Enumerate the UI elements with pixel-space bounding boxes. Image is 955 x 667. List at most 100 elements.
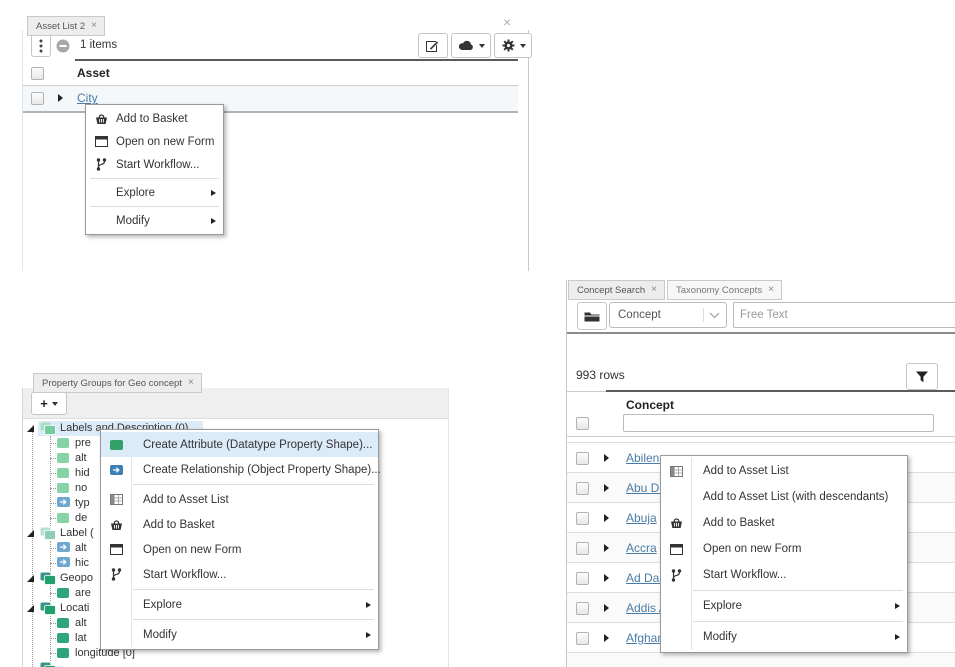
submenu-arrow-icon [366, 632, 371, 638]
row-checkbox[interactable] [31, 92, 44, 105]
create-attribute-icon [101, 440, 131, 450]
window-icon [101, 544, 131, 555]
expander-icon[interactable] [26, 574, 35, 586]
row-count: 993 rows [576, 368, 625, 382]
attribute-icon [57, 618, 69, 628]
menu-item-modify[interactable]: Modify [86, 209, 223, 232]
basket-icon [661, 517, 691, 529]
row-expander-icon[interactable] [604, 544, 609, 552]
relationship-icon [57, 542, 70, 555]
open-search-button[interactable] [577, 302, 607, 330]
attribute-icon [57, 483, 69, 493]
column-header: Asset [77, 66, 110, 80]
attribute-icon [57, 633, 69, 643]
menu-item-start-workflow[interactable]: Start Workflow... [86, 153, 223, 176]
concept-link[interactable]: Abuja [626, 511, 657, 525]
attribute-icon [57, 648, 69, 658]
menu-item-explore[interactable]: Explore [661, 593, 907, 619]
cloud-icon [458, 40, 475, 51]
row-expander-icon[interactable] [604, 634, 609, 642]
tab-asset-list-2[interactable]: Asset List 2 × [27, 16, 105, 36]
close-icon[interactable]: × [188, 378, 194, 388]
menu-item-add-to-asset-list[interactable]: Add to Asset List [101, 487, 378, 512]
settings-menu-button[interactable] [494, 33, 532, 58]
menu-item-open-on-new-form[interactable]: Open on new Form [86, 130, 223, 153]
menu-item-add-to-basket[interactable]: Add to Basket [661, 510, 907, 536]
more-options-button[interactable] [31, 34, 51, 57]
expander-icon[interactable] [26, 529, 35, 541]
row-checkbox[interactable] [576, 482, 589, 495]
row-expander-icon[interactable] [58, 94, 63, 102]
row-expander-icon[interactable] [604, 604, 609, 612]
tab-property-groups[interactable]: Property Groups for Geo concept × [33, 373, 202, 393]
workflow-branch-icon [101, 568, 131, 581]
filter-button[interactable] [906, 363, 938, 390]
submenu-arrow-icon [895, 603, 900, 609]
select-all-checkbox[interactable] [576, 417, 589, 430]
row-checkbox[interactable] [576, 572, 589, 585]
menu-item-explore[interactable]: Explore [101, 592, 378, 617]
menu-item-add-to-basket[interactable]: Add to Basket [86, 107, 223, 130]
menu-item-open-on-new-form[interactable]: Open on new Form [101, 537, 378, 562]
menu-separator [693, 621, 903, 622]
menu-item-start-workflow[interactable]: Start Workflow... [661, 562, 907, 588]
edit-button[interactable] [418, 33, 448, 58]
items-count: 1 items [80, 39, 117, 51]
asset-link[interactable]: City [77, 91, 98, 105]
context-menu-property-groups: Create Attribute (Datatype Property Shap… [100, 429, 379, 650]
cloud-menu-button[interactable] [451, 33, 491, 58]
row-checkbox[interactable] [576, 512, 589, 525]
menu-item-modify[interactable]: Modify [101, 622, 378, 647]
attribute-icon [57, 453, 69, 463]
tab-taxonomy-concepts[interactable]: Taxonomy Concepts × [667, 280, 782, 300]
menu-item-start-workflow[interactable]: Start Workflow... [101, 562, 378, 587]
table-row [567, 652, 955, 667]
remove-circle-icon[interactable] [56, 39, 70, 53]
row-checkbox[interactable] [576, 542, 589, 555]
menu-item-open-on-new-form[interactable]: Open on new Form [661, 536, 907, 562]
tree-item-group[interactable] [23, 661, 448, 667]
menu-separator [90, 206, 219, 207]
create-button[interactable]: + [31, 392, 67, 415]
expander-icon[interactable] [26, 424, 35, 436]
attribute-icon [57, 468, 69, 478]
row-checkbox[interactable] [576, 602, 589, 615]
workflow-branch-icon [661, 569, 691, 582]
menu-item-add-to-asset-list[interactable]: Add to Asset List [661, 458, 907, 484]
tab-label: Taxonomy Concepts [676, 285, 762, 296]
menu-item-create-attribute[interactable]: Create Attribute (Datatype Property Shap… [101, 432, 378, 457]
column-header: Concept [626, 398, 674, 412]
submenu-arrow-icon [211, 190, 216, 196]
context-menu-asset-list: Add to Basket Open on new Form Start Wor… [85, 104, 224, 235]
concept-link[interactable]: Afghan [626, 631, 664, 645]
menu-item-add-to-basket[interactable]: Add to Basket [101, 512, 378, 537]
free-text-input[interactable] [733, 302, 955, 328]
row-checkbox[interactable] [576, 452, 589, 465]
row-checkbox[interactable] [576, 632, 589, 645]
close-icon[interactable]: × [768, 285, 774, 295]
attribute-icon [57, 588, 69, 598]
row-expander-icon[interactable] [604, 454, 609, 462]
relationship-icon [57, 557, 70, 570]
row-expander-icon[interactable] [604, 514, 609, 522]
menu-item-explore[interactable]: Explore [86, 181, 223, 204]
expander-icon[interactable] [26, 604, 35, 616]
select-all-checkbox[interactable] [31, 67, 44, 80]
menu-item-modify[interactable]: Modify [661, 624, 907, 650]
concept-link[interactable]: Accra [626, 541, 657, 555]
menu-item-create-relationship[interactable]: Create Relationship (Object Property Sha… [101, 457, 378, 482]
folder-icon [584, 310, 600, 322]
menu-item-add-to-asset-list-descendants[interactable]: Add to Asset List (with descendants) [661, 484, 907, 510]
row-expander-icon[interactable] [604, 574, 609, 582]
close-icon[interactable]: × [91, 21, 97, 31]
column-filter-input[interactable] [623, 414, 934, 432]
menu-separator [133, 589, 374, 590]
tab-concept-search[interactable]: Concept Search × [568, 280, 665, 300]
row-expander-icon[interactable] [604, 484, 609, 492]
close-icon[interactable]: × [651, 285, 657, 295]
chevron-down-icon [52, 402, 58, 406]
relationship-icon [57, 497, 70, 510]
basket-icon [101, 519, 131, 531]
close-icon[interactable]: × [503, 15, 511, 29]
search-type-select[interactable]: Concept [609, 302, 727, 328]
